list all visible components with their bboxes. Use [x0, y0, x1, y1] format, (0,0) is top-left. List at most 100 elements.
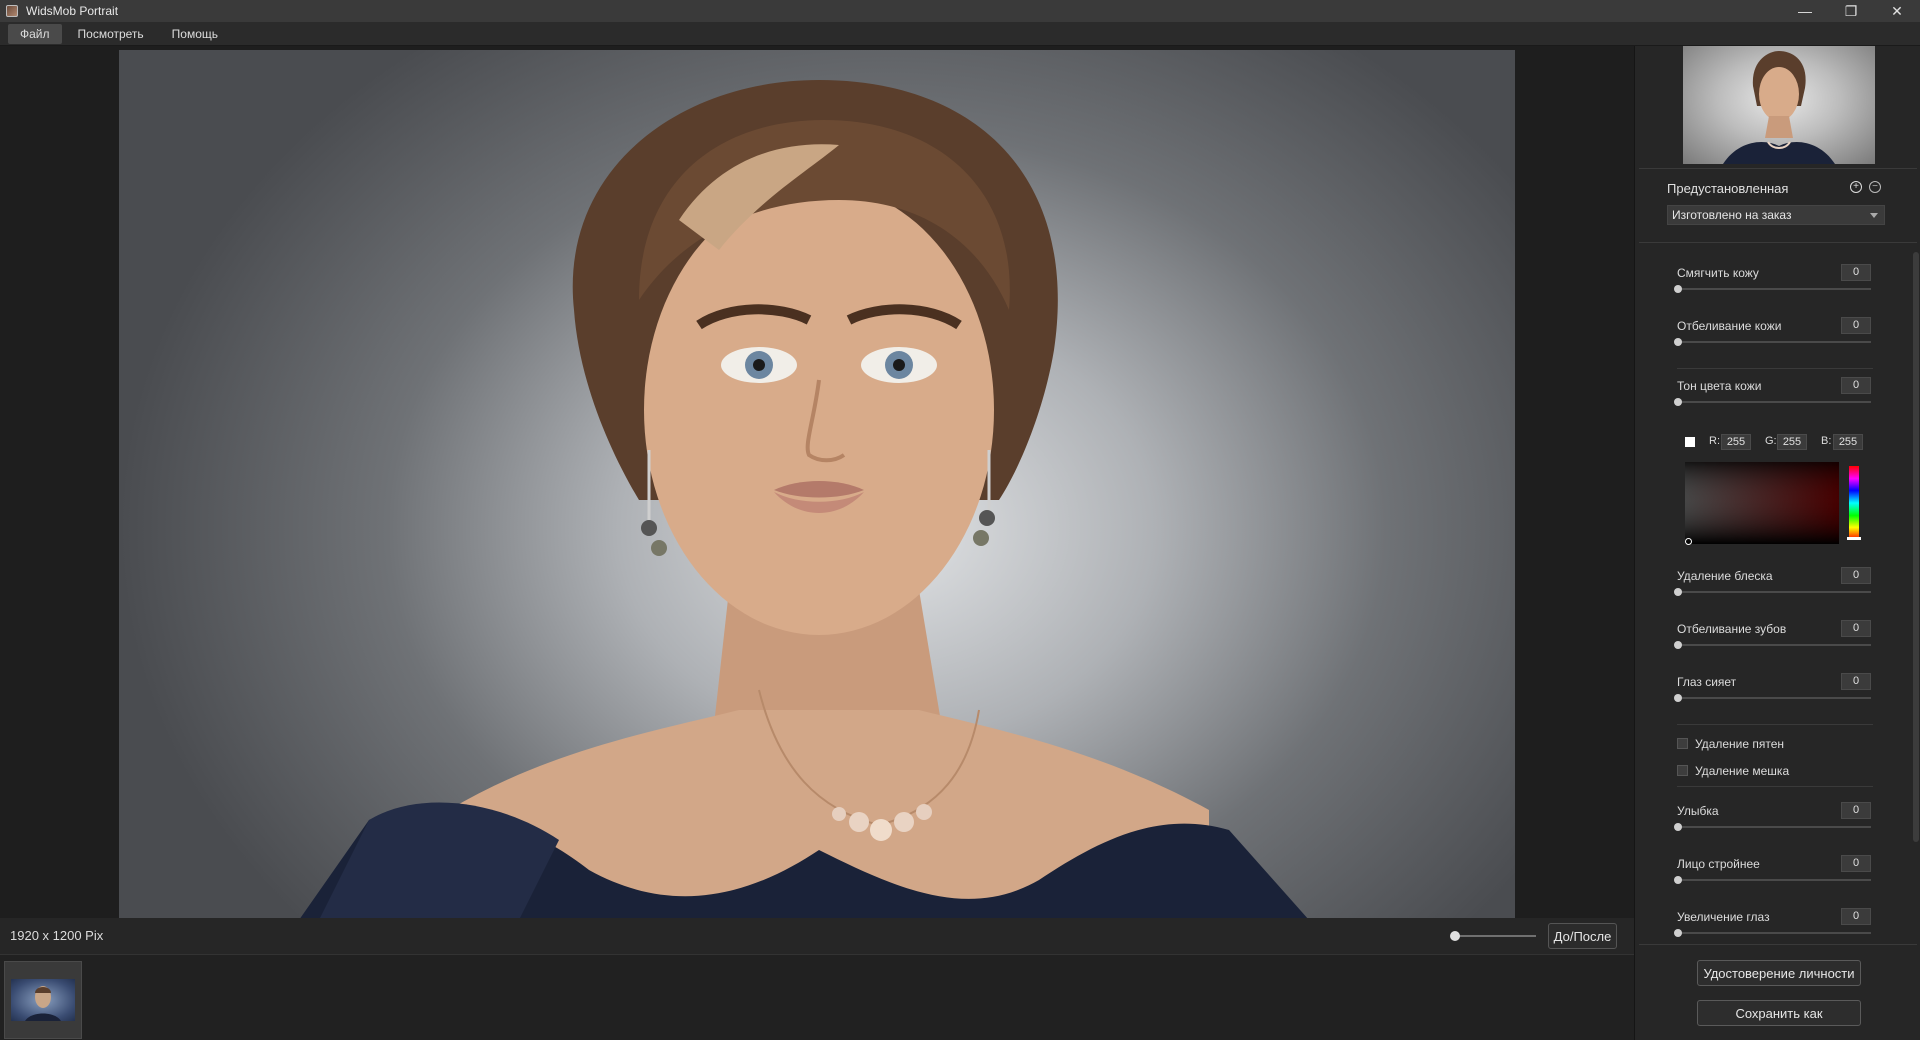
rgb-color-inputs: R: 255 G: 255 B: 255 — [1685, 434, 1895, 450]
zoom-slider-track[interactable] — [1453, 935, 1536, 937]
blue-label: B: — [1821, 435, 1832, 447]
checkbox-label: Удаление мешка — [1695, 764, 1790, 778]
color-swatch[interactable] — [1685, 437, 1695, 447]
slider-label: Тон цвета кожи — [1677, 379, 1762, 393]
checkbox-label: Удаление пятен — [1695, 737, 1785, 751]
slider-value-field[interactable]: 0 — [1841, 317, 1871, 334]
divider — [1639, 168, 1917, 169]
preset-dropdown[interactable]: Изготовлено на заказ — [1667, 205, 1885, 225]
hue-slider[interactable] — [1849, 466, 1859, 540]
add-preset-icon[interactable]: + — [1850, 181, 1862, 193]
checkbox[interactable] — [1677, 765, 1688, 776]
slider-label: Смягчить кожу — [1677, 266, 1759, 280]
checkbox-spot-removal[interactable]: Удаление пятен — [1677, 736, 1877, 752]
divider — [1677, 368, 1873, 369]
slider-soften-skin[interactable]: Смягчить кожу 0 — [1674, 264, 1873, 310]
slider-handle[interactable] — [1674, 338, 1682, 346]
divider — [1639, 242, 1917, 243]
slider-handle[interactable] — [1674, 929, 1682, 937]
close-button[interactable]: ✕ — [1874, 0, 1920, 22]
hue-slider-handle[interactable] — [1847, 537, 1861, 540]
green-field[interactable]: 255 — [1777, 434, 1807, 450]
preview-thumbnail — [1683, 46, 1875, 164]
slider-value-field[interactable]: 0 — [1841, 802, 1871, 819]
preset-label: Предустановленная — [1667, 181, 1789, 196]
slider-label: Удаление блеска — [1677, 569, 1773, 583]
image-dimensions: 1920 x 1200 Pix — [10, 928, 104, 943]
slider-track[interactable] — [1677, 591, 1871, 593]
green-label: G: — [1765, 435, 1777, 447]
zoom-slider-handle[interactable] — [1450, 931, 1460, 941]
save-as-button[interactable]: Сохранить как — [1697, 1000, 1861, 1026]
identity-button[interactable]: Удостоверение личности — [1697, 960, 1861, 986]
color-picker-area[interactable] — [1685, 462, 1839, 545]
app-logo-icon — [6, 5, 18, 17]
slider-value-field[interactable]: 0 — [1841, 855, 1871, 872]
slider-smile[interactable]: Улыбка 0 — [1674, 802, 1873, 848]
slider-handle[interactable] — [1674, 588, 1682, 596]
slider-eye-enlargement[interactable]: Увеличение глаз 0 — [1674, 908, 1873, 940]
slider-label: Улыбка — [1677, 804, 1719, 818]
blue-field[interactable]: 255 — [1833, 434, 1863, 450]
before-after-button[interactable]: До/После — [1548, 923, 1617, 949]
slider-track[interactable] — [1677, 401, 1871, 403]
slider-track[interactable] — [1677, 341, 1871, 343]
window-controls: — ❐ ✕ — [1782, 0, 1920, 22]
remove-preset-icon[interactable]: − — [1869, 181, 1881, 193]
slider-value-field[interactable]: 0 — [1841, 620, 1871, 637]
slider-face-slimming[interactable]: Лицо стройнее 0 — [1674, 855, 1873, 901]
slider-value-field[interactable]: 0 — [1841, 567, 1871, 584]
slider-handle[interactable] — [1674, 694, 1682, 702]
divider — [1677, 786, 1873, 787]
slider-teeth-whitening[interactable]: Отбеливание зубов 0 — [1674, 620, 1873, 666]
slider-track[interactable] — [1677, 288, 1871, 290]
portrait-illustration — [299, 80, 1309, 920]
slider-track[interactable] — [1677, 644, 1871, 646]
status-bar: 1920 x 1200 Pix До/После — [0, 918, 1634, 954]
checkbox[interactable] — [1677, 738, 1688, 749]
slider-label: Увеличение глаз — [1677, 910, 1770, 924]
slider-skin-tone[interactable]: Тон цвета кожи 0 — [1674, 377, 1873, 423]
red-field[interactable]: 255 — [1721, 434, 1751, 450]
slider-handle[interactable] — [1674, 641, 1682, 649]
slider-shine-removal[interactable]: Удаление блеска 0 — [1674, 567, 1873, 613]
slider-label: Лицо стройнее — [1677, 857, 1760, 871]
slider-track[interactable] — [1677, 697, 1871, 699]
panel-scrollbar[interactable] — [1913, 252, 1919, 842]
slider-handle[interactable] — [1674, 398, 1682, 406]
divider — [1639, 944, 1917, 945]
menu-file[interactable]: Файл — [8, 23, 62, 44]
slider-skin-whitening[interactable]: Отбеливание кожи 0 — [1674, 317, 1873, 363]
slider-value-field[interactable]: 0 — [1841, 264, 1871, 281]
menu-help[interactable]: Помощь — [160, 24, 230, 44]
slider-value-field[interactable]: 0 — [1841, 673, 1871, 690]
window-title: WidsMob Portrait — [26, 4, 119, 18]
adjustments-panel: Предустановленная + − Изготовлено на зак… — [1634, 46, 1920, 1040]
slider-handle[interactable] — [1674, 823, 1682, 831]
minimize-button[interactable]: — — [1782, 0, 1828, 22]
slider-eye-brightening[interactable]: Глаз сияет 0 — [1674, 673, 1873, 719]
chevron-down-icon — [1870, 213, 1878, 218]
slider-track[interactable] — [1677, 879, 1871, 881]
slider-value-field[interactable]: 0 — [1841, 377, 1871, 394]
slider-value-field[interactable]: 0 — [1841, 908, 1871, 925]
slider-handle[interactable] — [1674, 285, 1682, 293]
slider-label: Отбеливание зубов — [1677, 622, 1787, 636]
divider — [1677, 724, 1873, 725]
image-viewer[interactable] — [0, 46, 1634, 920]
portrait-photo[interactable] — [119, 50, 1515, 920]
slider-label: Отбеливание кожи — [1677, 319, 1782, 333]
slider-track[interactable] — [1677, 826, 1871, 828]
preset-dropdown-value: Изготовлено на заказ — [1672, 208, 1792, 222]
slider-handle[interactable] — [1674, 876, 1682, 884]
checkbox-eye-bag-removal[interactable]: Удаление мешка — [1677, 763, 1877, 779]
menu-view[interactable]: Посмотреть — [66, 24, 156, 44]
filmstrip — [0, 954, 1634, 1040]
filmstrip-thumbnail[interactable] — [4, 961, 82, 1039]
red-label: R: — [1709, 435, 1720, 447]
color-picker-handle[interactable] — [1685, 538, 1692, 545]
restore-button[interactable]: ❐ — [1828, 0, 1874, 22]
slider-track[interactable] — [1677, 932, 1871, 934]
slider-label: Глаз сияет — [1677, 675, 1737, 689]
thumbnail-image — [11, 979, 75, 1021]
